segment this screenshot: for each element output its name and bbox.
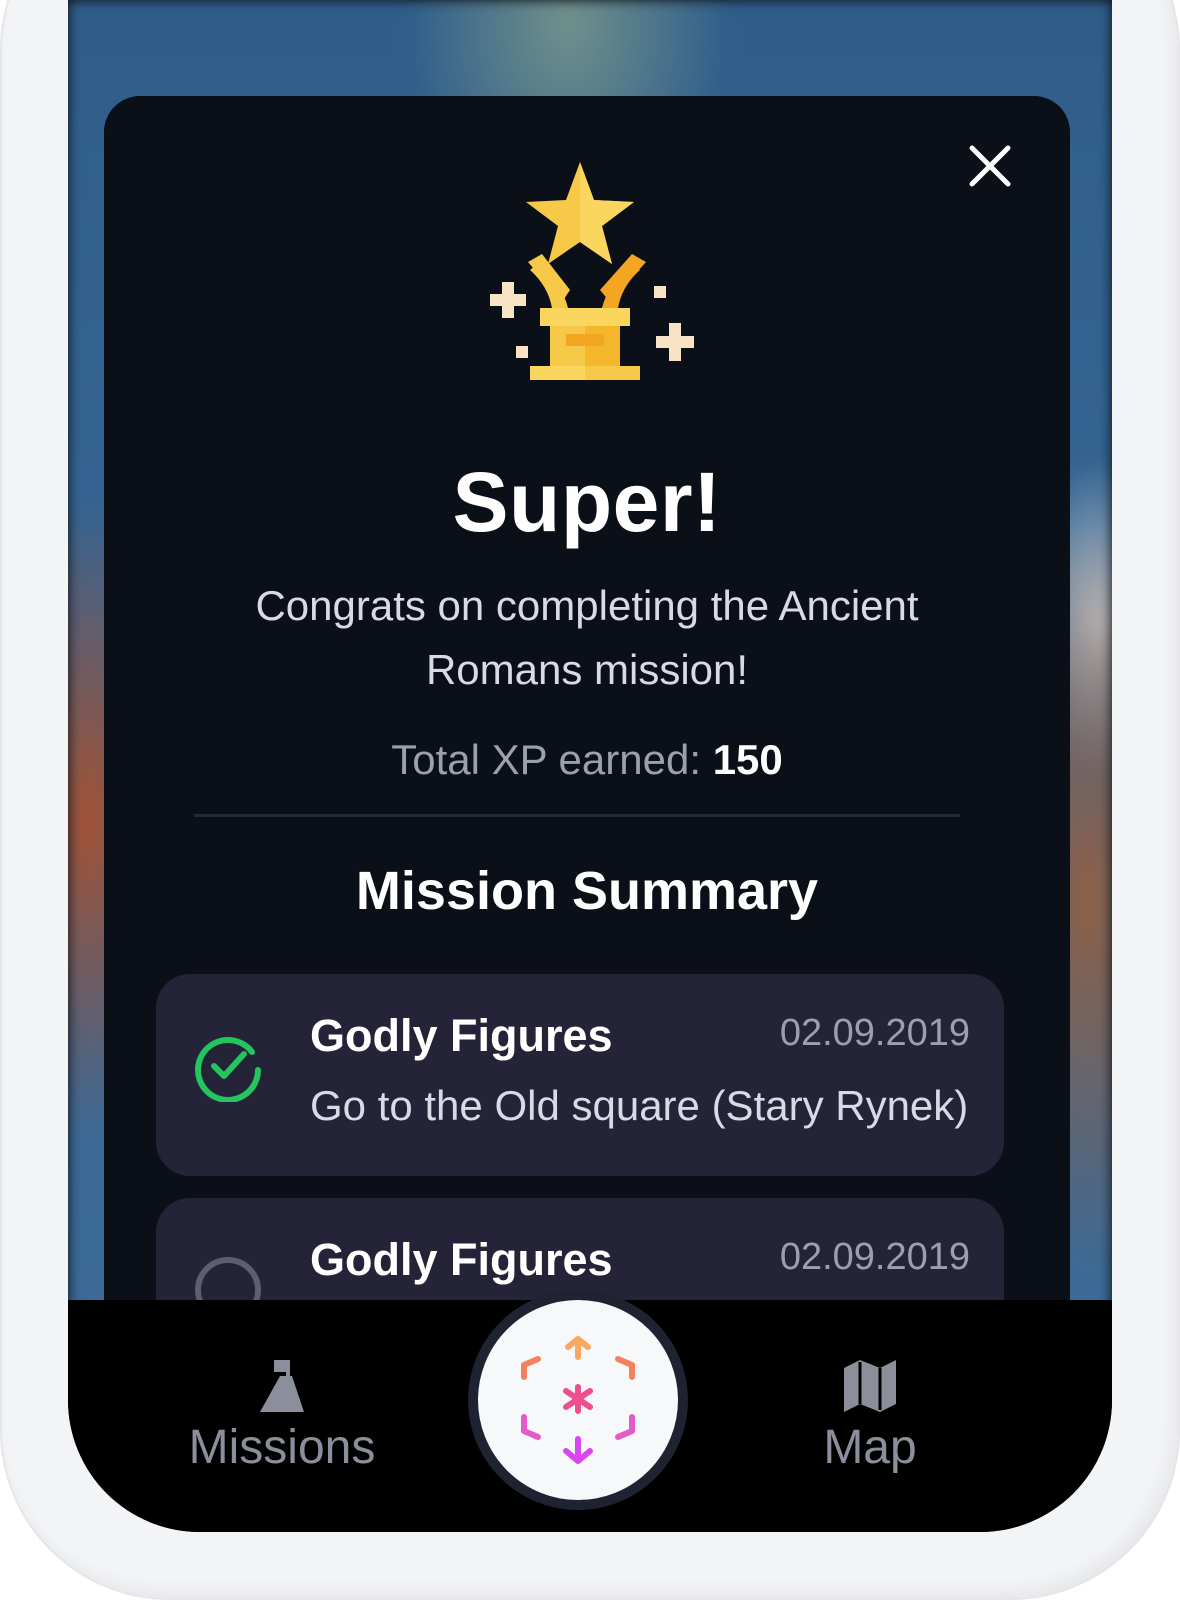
congrats-message: Congrats on completing the Ancient Roman… bbox=[255, 582, 919, 693]
nav-map[interactable]: Map bbox=[740, 1356, 1000, 1475]
bottom-navigation: Missions Map bbox=[68, 1290, 1112, 1532]
ar-cube-icon bbox=[521, 1336, 635, 1464]
xp-label: Total XP earned: bbox=[391, 736, 713, 783]
xp-value: 150 bbox=[712, 736, 783, 783]
check-circle-icon bbox=[195, 1037, 261, 1102]
nav-missions-label: Missions bbox=[188, 1421, 376, 1474]
map-icon bbox=[844, 1360, 896, 1412]
mission-complete-modal: Super! Congrats on completing the Ancien… bbox=[104, 96, 1070, 1416]
nav-map-label: Map bbox=[823, 1421, 917, 1474]
mission-title: Godly Figures bbox=[310, 1010, 613, 1061]
close-button[interactable] bbox=[962, 138, 1018, 194]
divider bbox=[194, 814, 960, 817]
mission-summary-item[interactable]: Godly Figures 02.09.2019 Go to the Old s… bbox=[156, 974, 1004, 1176]
ar-scan-button[interactable] bbox=[468, 1290, 688, 1510]
trophy-star-icon bbox=[490, 162, 694, 380]
mission-summary-heading: Mission Summary bbox=[355, 861, 819, 921]
mission-title: Godly Figures bbox=[310, 1234, 613, 1285]
xp-summary: Total XP earned: 150 bbox=[104, 736, 1070, 784]
success-title: Super! bbox=[452, 455, 722, 549]
close-icon bbox=[969, 145, 1011, 187]
mission-date: 02.09.2019 bbox=[779, 1236, 970, 1278]
mission-date: 02.09.2019 bbox=[779, 1012, 970, 1054]
app-screen: Super! Congrats on completing the Ancien… bbox=[68, 0, 1112, 1532]
nav-missions[interactable]: Missions bbox=[152, 1356, 412, 1475]
mission-description: Go to the Old square (Stary Rynek) bbox=[310, 1082, 969, 1129]
mountain-flag-icon bbox=[260, 1360, 304, 1412]
